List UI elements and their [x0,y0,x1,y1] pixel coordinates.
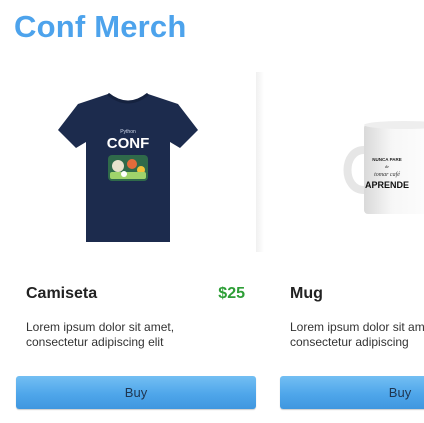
product-card-mug[interactable]: NUNCA PARE de tomar café APRENDE Mug Lor… [264,66,424,423]
product-image-mug[interactable]: NUNCA PARE de tomar café APRENDE [264,66,424,256]
product-carousel[interactable]: Python CONF Camiseta $25 Lorem ipsum dol… [0,66,424,423]
product-description-line: Lorem ipsum dolor sit amet, [290,320,424,334]
product-description: Lorem ipsum dolor sit amet, consectetur … [290,320,424,350]
mug-handle [343,146,365,194]
product-description-line: consectetur adipiscing elit [26,335,164,349]
card-shadow [256,72,264,252]
mug-print-text-4: APRENDE [365,180,409,190]
mug-body [364,124,424,214]
mug-image: NUNCA PARE de tomar café APRENDE [343,121,424,214]
page: Conf Merch Python CONF Camiseta $25 Lore… [0,0,424,423]
product-price: $25 [218,285,245,302]
product-description-line: consectetur adipiscing [290,335,409,349]
tshirt-image: Python CONF [58,92,198,242]
mug-print-text-3: tomar café [374,171,400,178]
product-description: Lorem ipsum dolor sit amet, consectetur … [26,320,251,350]
buy-button-mug[interactable]: Buy [280,376,424,409]
mug-print-text-1: NUNCA PARE [372,157,402,162]
product-image-camiseta[interactable]: Python CONF [0,66,256,256]
product-description-line: Lorem ipsum dolor sit amet, [26,320,175,334]
product-name: Camiseta [26,285,98,302]
mug-print-text-2: de [385,164,389,169]
tshirt-illustration [108,155,148,181]
product-card-camiseta[interactable]: Python CONF Camiseta $25 Lorem ipsum dol… [0,66,264,423]
product-name: Mug [290,285,323,302]
tshirt-logo-text: CONF [107,135,150,152]
page-title: Conf Merch [14,9,187,44]
buy-button-camiseta[interactable]: Buy [16,376,256,409]
